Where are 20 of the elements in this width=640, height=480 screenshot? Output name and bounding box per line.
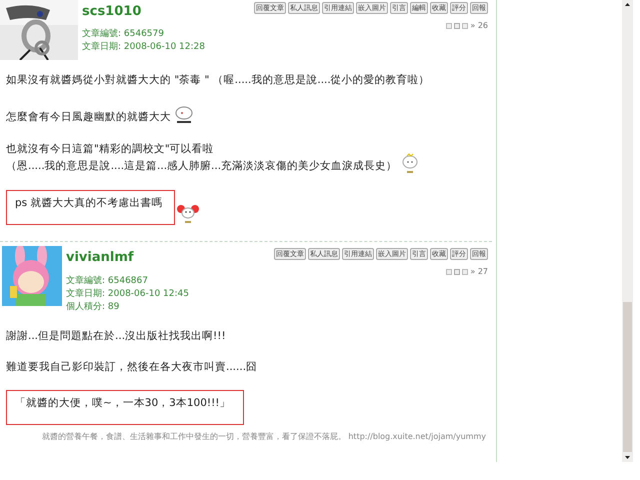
post-text: 如果沒有就醬媽從小對就醬大大的 "荼毒 " （喔.....我的意思是說....從小的愛的教育啦） [6,73,430,88]
post-text: 謝謝...但是問題點在於...沒出版社找我出啊!!! [6,328,226,344]
username[interactable]: vivianlmf [66,248,134,268]
scrollbar-thumb[interactable] [623,302,632,452]
post-meta: 個人積分: 89 [66,300,120,314]
post-text: （恩.....我的意思是說....這是篇...感人肺腑...充滿淡淡哀傷的美少女血淚成長史） [6,159,398,174]
post-meta: 文章編號: 6546579 [82,28,165,40]
signature-text: 就醬的營養午餐，食譜、生活雜事和工作中發生的一切，營養豐富，看了保證不落屁。 http://blog.xuite.net/jojam/yummy [40,430,487,442]
post-meta: 文章編號: 6546867 [66,274,149,288]
post-text: 怎麼會有今日風趣幽默的就醬大大 [6,110,171,125]
scrollbar[interactable] [622,0,633,462]
username[interactable]: scs1010 [82,2,142,22]
post-meta: 文章日期: 2008-06-10 12:45 [66,288,189,300]
floor-number: » 27 [470,266,488,278]
post-text: 「就醬的大便，噗~，一本30，3本100!!!」 [15,396,231,410]
floor-number: » 26 [470,20,488,32]
post-text: ps 就醬大大真的不考慮出書嗎 [15,196,162,211]
post-meta: 文章日期: 2008-06-10 12:28 [82,40,205,54]
post-text: 難道要我自己影印裝訂，然後在各大夜市叫賣......囧 [6,360,258,374]
post-text: 也就沒有今日這篇"精彩的調校文"可以看啦 [6,142,215,157]
